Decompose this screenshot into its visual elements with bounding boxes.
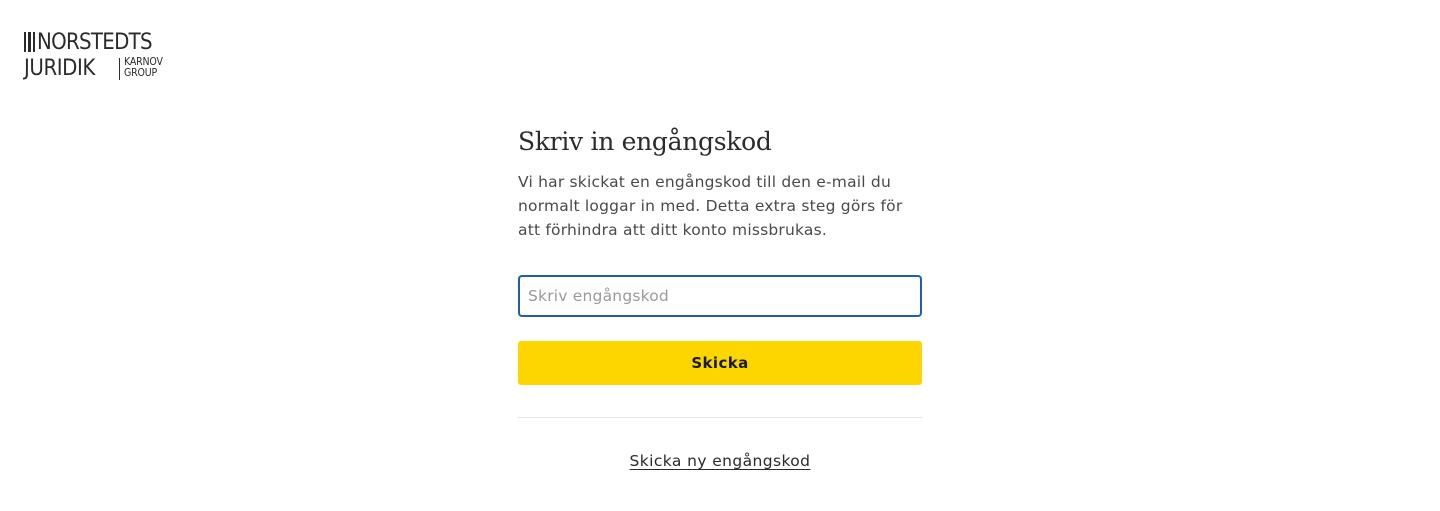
otp-code-input[interactable] — [518, 275, 922, 317]
logo-divider — [119, 58, 120, 80]
logo-top-row: NORSTEDTS — [24, 30, 168, 54]
logo-group-line2: GROUP — [124, 67, 158, 79]
norstedts-juridik-logo[interactable]: NORSTEDTS JURIDIK KARNOV GROUP — [24, 30, 176, 84]
page-title: Skriv in engångskod — [518, 127, 772, 156]
logo-bottom-row: JURIDIK — [24, 56, 105, 80]
otp-form: Skriv in engångskod Vi har skickat en en… — [518, 124, 922, 470]
submit-button[interactable]: Skicka — [518, 341, 922, 385]
logo-group-text: KARNOV GROUP — [124, 57, 163, 79]
logo-bars-icon — [24, 32, 36, 52]
form-description: Vi har skickat en engångskod till den e-… — [518, 173, 903, 239]
logo-brand-name: NORSTEDTS — [37, 29, 153, 55]
logo-brand-subname: JURIDIK — [24, 55, 95, 81]
page: NORSTEDTS JURIDIK KARNOV GROUP Skriv in … — [0, 0, 1440, 511]
divider — [518, 417, 922, 418]
resend-code-link[interactable]: Skicka ny engångskod — [518, 452, 922, 470]
